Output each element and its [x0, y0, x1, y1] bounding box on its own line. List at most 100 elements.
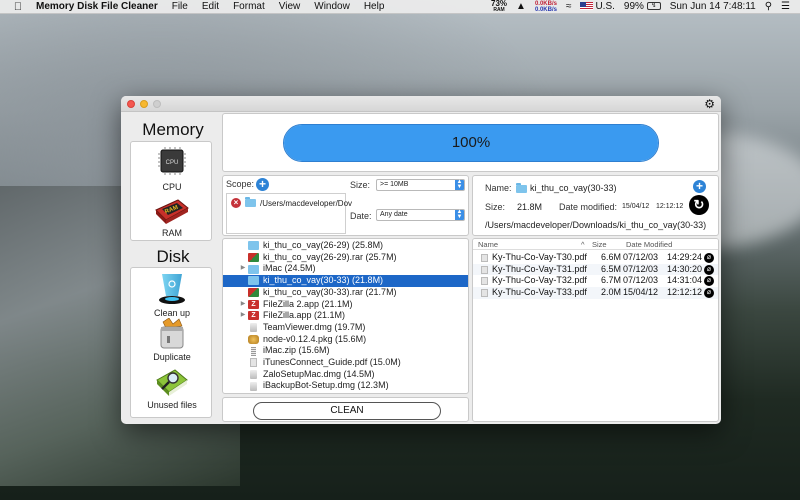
detail-size-value: 21.8M — [517, 202, 543, 212]
file-list-row[interactable]: ki_thu_co_vay(26-29).rar (25.7M) — [223, 252, 468, 264]
file-list-row[interactable]: ▶ Z FileZilla.app (21.1M) — [223, 310, 468, 322]
file-list-row-label: iMac (24.5M) — [263, 263, 316, 274]
disclosure-triangle-icon[interactable]: ▶ — [238, 299, 248, 311]
zoom-window-button[interactable] — [153, 100, 161, 108]
progress-label: 100% — [451, 134, 491, 151]
clean-up-tool[interactable]: Clean up — [131, 272, 213, 318]
folder-icon — [516, 183, 527, 193]
file-list-row[interactable]: iMac.zip (15.6M) — [223, 345, 468, 357]
detail-path: /Users/macdeveloper/Downloads/ki_thu_co_… — [485, 220, 707, 230]
refresh-icon[interactable]: ↻ — [689, 195, 709, 215]
row-date: 15/04/12 — [623, 287, 659, 298]
column-header-size[interactable]: Size — [592, 240, 607, 249]
cpu-tool[interactable]: CPU CPU — [131, 146, 213, 192]
app-file-icon: Z — [248, 311, 259, 321]
reveal-in-finder-icon[interactable]: ⌀ — [704, 276, 714, 287]
pdf-file-icon — [481, 289, 488, 298]
remove-scope-icon[interactable]: × — [231, 198, 241, 208]
menu-bar:  Memory Disk File Cleaner File Edit For… — [0, 0, 800, 14]
input-source-item[interactable]: U.S. — [580, 1, 615, 12]
unused-files-book-icon — [156, 369, 188, 396]
select-arrows-icon: ▲ ▼ — [455, 179, 464, 190]
reveal-in-finder-icon[interactable]: ⌀ — [704, 288, 714, 299]
duplicate-tool[interactable]: Duplicate — [131, 318, 213, 362]
ram-status-item[interactable]: 73% RAM — [491, 0, 507, 13]
drive-icon[interactable]: ▲ — [516, 1, 526, 12]
file-list-row[interactable]: ki_thu_co_vay(30-33).rar (21.7M) — [223, 287, 468, 299]
menu-edit[interactable]: Edit — [202, 1, 219, 12]
clean-button[interactable]: CLEAN — [253, 402, 441, 420]
file-list-row[interactable]: ZaloSetupMac.dmg (14.5M) — [223, 369, 468, 381]
date-filter-select[interactable]: Any date ▲ ▼ — [376, 209, 465, 221]
folder-icon — [245, 197, 256, 207]
menu-file[interactable]: File — [172, 1, 188, 12]
menu-window[interactable]: Window — [314, 1, 350, 12]
trash-cleanup-icon — [159, 274, 185, 304]
clean-panel: CLEAN — [222, 397, 469, 422]
app-window: ⚙ Memory CPU CPU RAM RAM Disk Clean up D… — [121, 96, 721, 424]
minimize-window-button[interactable] — [140, 100, 148, 108]
apple-menu-icon[interactable]:  — [11, 1, 25, 13]
item-details-panel: Name: ki_thu_co_vay(30-33) + Size: 21.8M… — [472, 175, 719, 236]
table-row[interactable]: Ky-Thu-Co-Vay-T30.pdf 6.6M 07/12/03 14:29:2… — [473, 252, 718, 264]
folder-file-icon — [248, 264, 259, 274]
file-list-row-label: FileZilla 2.app (21.1M) — [263, 298, 353, 309]
table-row[interactable]: Ky-Thu-Co-Vay-T32.pdf 6.7M 07/12/03 14:31:0… — [473, 275, 718, 287]
disclosure-triangle-icon[interactable]: ▶ — [238, 263, 248, 275]
battery-icon: ↯ — [646, 2, 661, 11]
pkg-file-icon — [248, 334, 259, 344]
file-list-row[interactable]: TeamViewer.dmg (19.7M) — [223, 322, 468, 334]
notification-center-icon[interactable]: ☰ — [781, 1, 790, 12]
spotlight-search-icon[interactable]: ⚲ — [765, 1, 772, 12]
title-bar[interactable]: ⚙ — [121, 96, 721, 112]
settings-gear-icon[interactable]: ⚙ — [704, 97, 715, 111]
table-row[interactable]: Ky-Thu-Co-Vay-T33.pdf 2.0M 15/04/12 12:12:1… — [473, 287, 718, 299]
disk-tools-panel: Clean up Duplicate Unused files — [130, 267, 212, 418]
ram-tool[interactable]: RAM RAM — [131, 196, 213, 238]
detail-name-value: ki_thu_co_vay(30-33) — [530, 183, 617, 193]
file-list-row[interactable]: node-v0.12.4.pkg (15.6M) — [223, 334, 468, 346]
file-list-row[interactable]: ▶ iMac (24.5M) — [223, 263, 468, 275]
column-header-name[interactable]: Name — [478, 240, 498, 249]
row-date: 07/12/03 — [623, 275, 659, 286]
file-list-row[interactable]: iTunesConnect_Guide.pdf (15.0M) — [223, 357, 468, 369]
menu-view[interactable]: View — [279, 1, 301, 12]
file-list-row-label: ki_thu_co_vay(30-33).rar (21.7M) — [263, 286, 397, 297]
add-scope-plus-icon[interactable]: + — [256, 178, 269, 191]
column-header-date[interactable]: Date Modified — [626, 240, 672, 249]
wifi-icon[interactable]: ≈ — [566, 1, 572, 12]
rar-file-icon — [248, 288, 259, 298]
reveal-in-finder-icon[interactable]: ⌀ — [704, 264, 714, 275]
file-list-row-label: ki_thu_co_vay(30-33) (21.8M) — [263, 275, 384, 286]
file-list-row[interactable]: ▶ Z FileZilla 2.app (21.1M) — [223, 299, 468, 311]
scope-list-item[interactable]: × /Users/macdeveloper/Dov — [231, 197, 352, 208]
row-name: Ky-Thu-Co-Vay-T32.pdf — [492, 275, 587, 286]
row-size: 6.7M — [601, 275, 622, 286]
close-window-button[interactable] — [127, 100, 135, 108]
size-filter-select[interactable]: >= 10MB ▲ ▼ — [376, 179, 465, 191]
battery-percent: 99% — [623, 1, 644, 12]
battery-item[interactable]: 99% ↯ — [624, 1, 661, 12]
zip-file-icon — [251, 346, 256, 356]
disclosure-triangle-icon[interactable]: ▶ — [238, 310, 248, 322]
memory-section-title: Memory — [142, 120, 204, 139]
row-time: 14:30:20 — [667, 263, 703, 274]
menu-help[interactable]: Help — [364, 1, 385, 12]
file-list[interactable]: ki_thu_co_vay(26-29) (25.8M) ki_thu_co_va… — [222, 238, 469, 394]
add-plus-icon[interactable]: + — [693, 180, 706, 193]
unused-files-tool[interactable]: Unused files — [131, 366, 213, 410]
dmg-file-icon — [250, 323, 257, 333]
rar-file-icon — [248, 252, 259, 262]
network-speed-item[interactable]: 0.0KB/s 0.0KB/s — [535, 1, 557, 13]
menu-format[interactable]: Format — [233, 1, 265, 12]
app-menu[interactable]: Memory Disk File Cleaner — [36, 1, 158, 12]
progress-panel: 100% — [222, 113, 719, 172]
file-list-row[interactable]: ki_thu_co_vay(30-33) (21.8M) — [223, 275, 468, 287]
file-list-row[interactable]: iBackupBot-Setup.dmg (12.3M) — [223, 380, 468, 392]
clock[interactable]: Sun Jun 14 7:48:11 — [670, 1, 756, 12]
file-list-row[interactable]: ki_thu_co_vay(26-29) (25.8M) — [223, 240, 468, 252]
dmg-file-icon — [250, 381, 257, 391]
row-date: 07/12/03 — [623, 252, 659, 262]
reveal-in-finder-icon[interactable]: ⌀ — [704, 253, 714, 263]
table-row[interactable]: Ky-Thu-Co-Vay-T31.pdf 6.5M 07/12/03 14:30:2… — [473, 263, 718, 276]
